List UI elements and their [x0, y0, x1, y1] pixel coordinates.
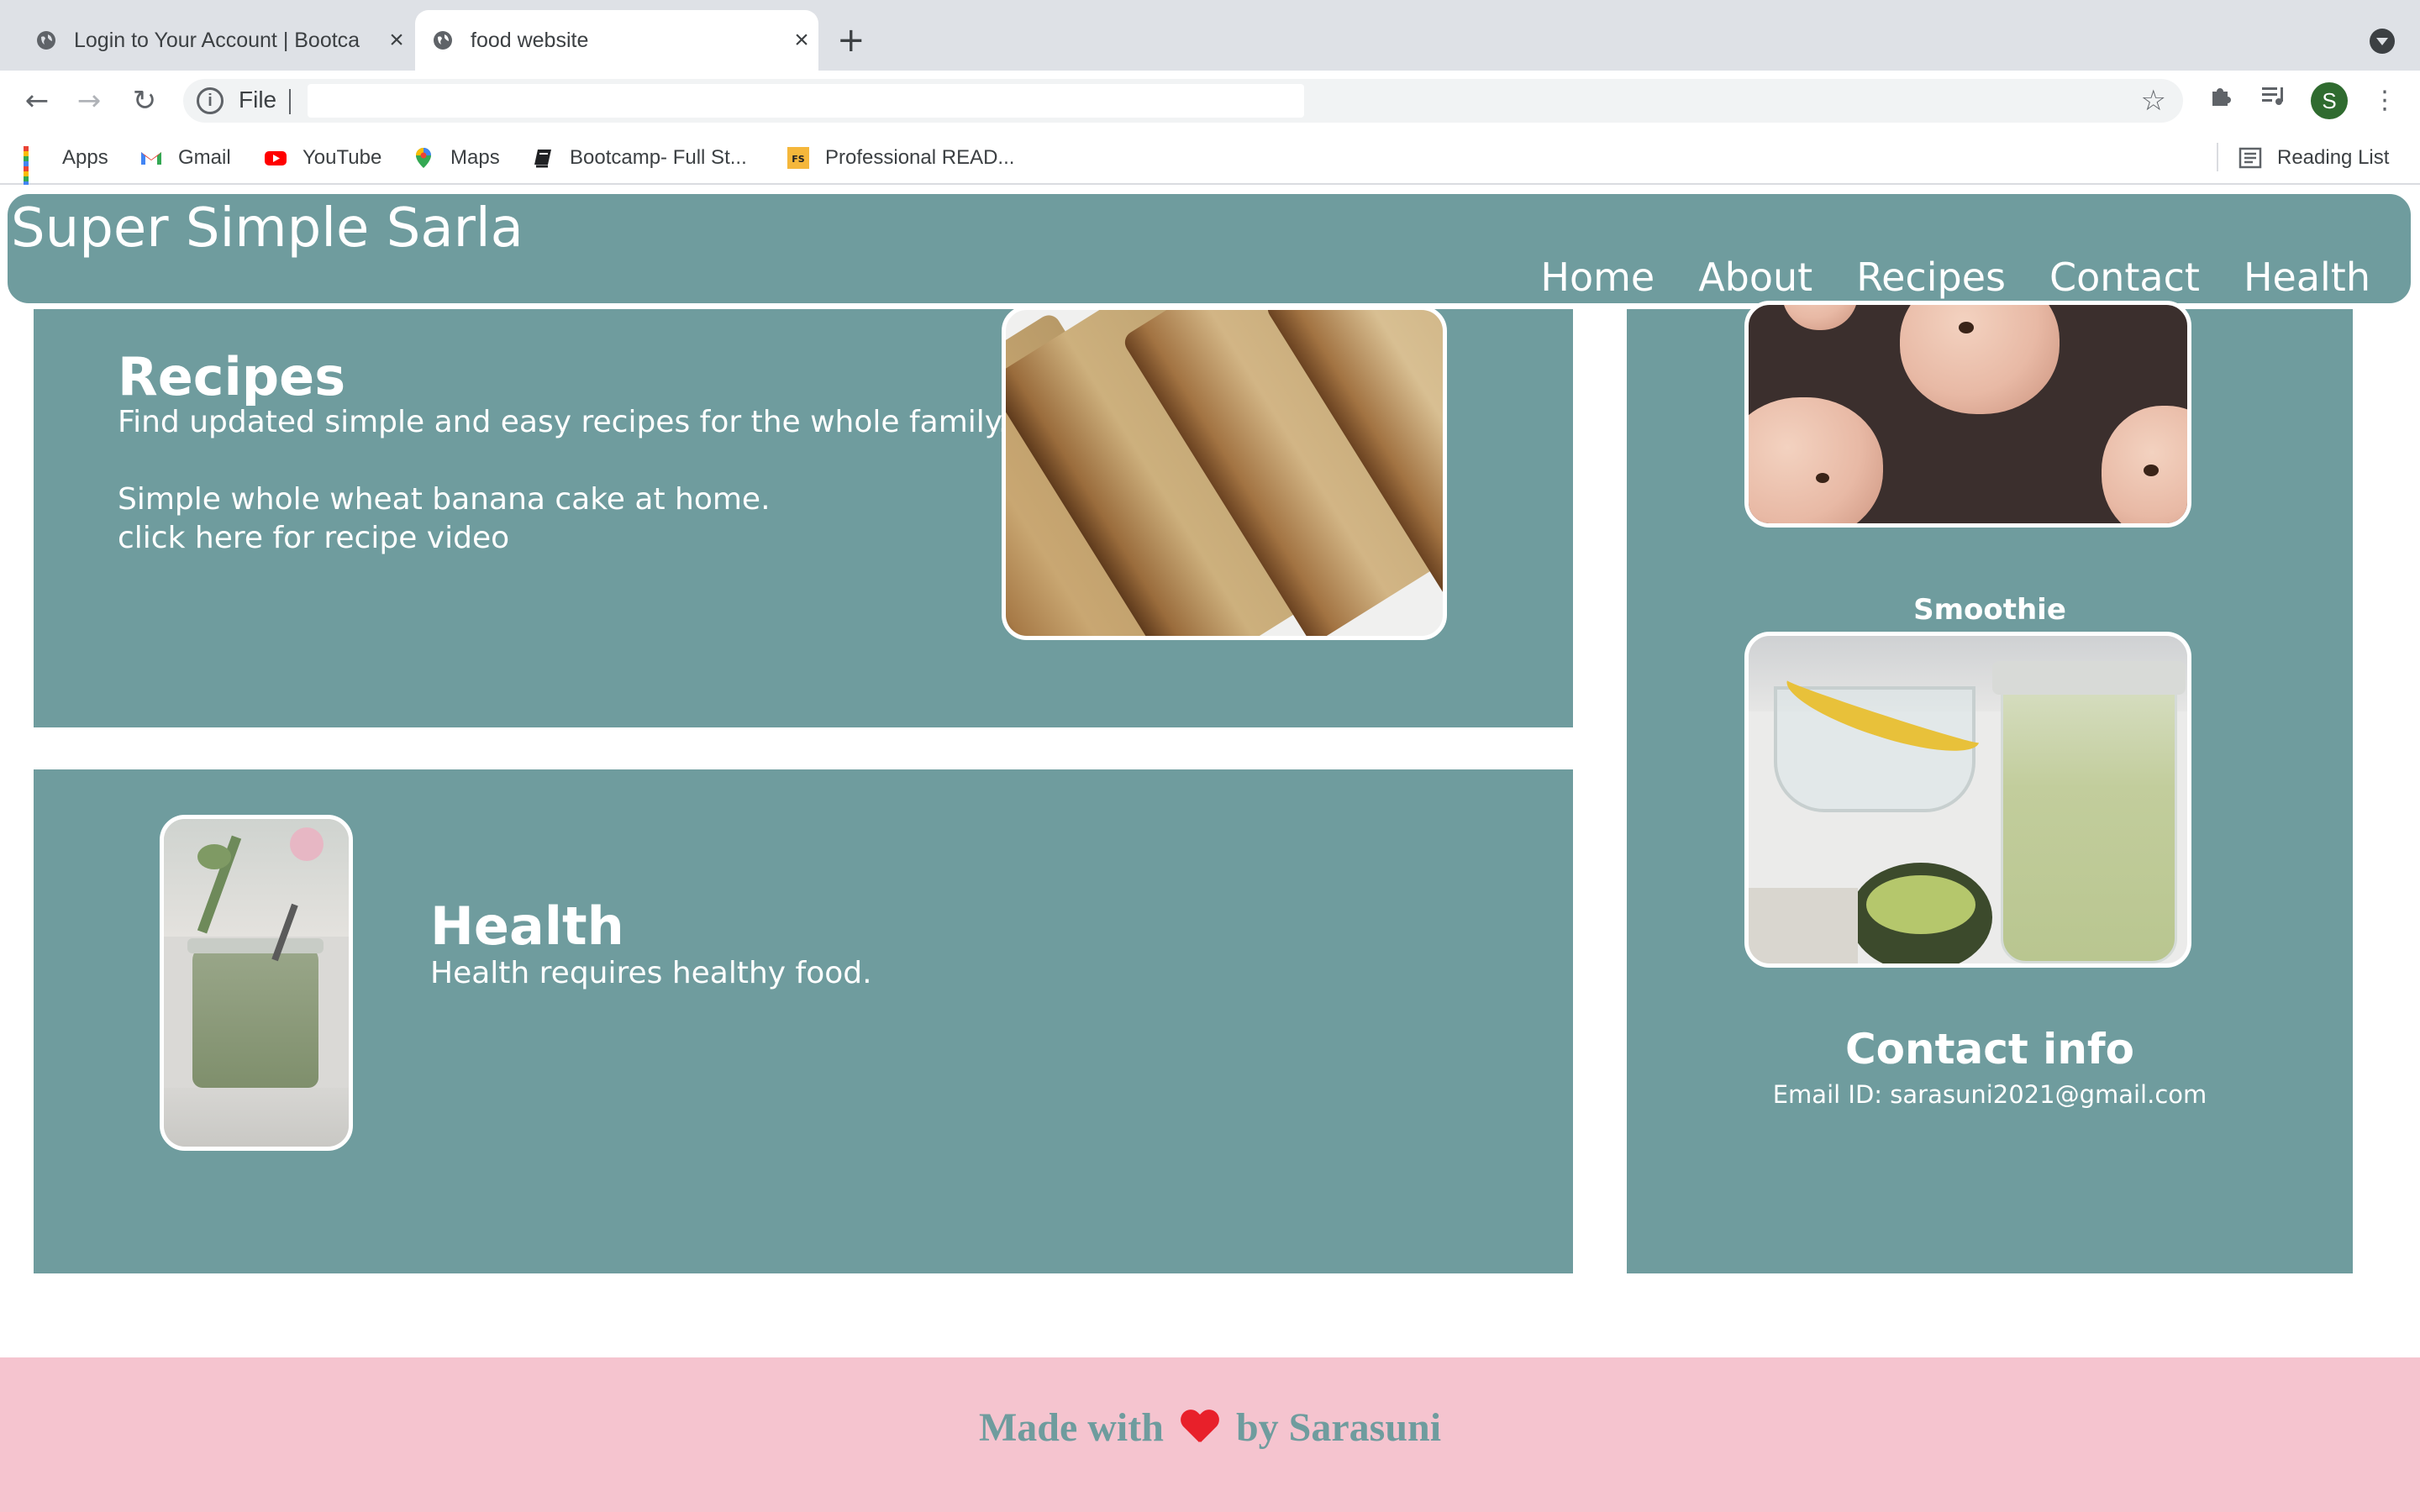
- bookmark-label: YouTube: [302, 146, 382, 169]
- health-section: Health Health requires healthy food.: [34, 769, 1573, 1273]
- bookmark-professional-readme[interactable]: FS Professional READ...: [786, 141, 1014, 175]
- nav-about[interactable]: About: [1698, 255, 1812, 300]
- bookmark-label: Maps: [450, 146, 500, 169]
- back-arrow-icon[interactable]: ←: [18, 82, 55, 119]
- youtube-icon: [265, 151, 287, 165]
- reading-list-button[interactable]: Reading List: [2238, 141, 2389, 175]
- fs-icon: FS: [787, 147, 809, 169]
- globe-icon: [434, 31, 452, 50]
- recipes-heading: Recipes: [118, 346, 346, 407]
- site-header: Super Simple Sarla Home About Recipes Co…: [5, 192, 2413, 306]
- sidebar: Smoothie Contact info Email ID: sarasuni…: [1627, 301, 2353, 1273]
- footer-author: by Sarasuni: [1235, 1405, 1442, 1450]
- profile-avatar[interactable]: S: [2311, 82, 2348, 119]
- bookmarks-divider: [2217, 143, 2218, 171]
- extensions-puzzle-icon[interactable]: [2202, 82, 2238, 119]
- tab-search-icon[interactable]: [2370, 29, 2395, 54]
- forward-arrow-icon[interactable]: →: [71, 82, 108, 119]
- contact-heading: Contact info: [1844, 1025, 2135, 1074]
- nav-recipes[interactable]: Recipes: [1856, 255, 2006, 300]
- info-icon[interactable]: i: [197, 87, 224, 114]
- health-heading: Health: [430, 895, 624, 957]
- recipes-section: Recipes Find updated simple and easy rec…: [34, 306, 1573, 727]
- close-tab-icon[interactable]: ×: [785, 26, 818, 55]
- bookmark-star-icon[interactable]: ☆: [2141, 84, 2166, 118]
- reading-list-label: Reading List: [2277, 146, 2390, 169]
- tab-title: food website: [471, 28, 589, 52]
- bookmark-maps[interactable]: Maps: [412, 141, 500, 175]
- globe-icon: [37, 31, 55, 50]
- smoothie-image: [1744, 632, 2191, 968]
- tab-login[interactable]: Login to Your Account | Bootca ×: [18, 10, 413, 71]
- menu-kebab-icon[interactable]: ⋮: [2366, 82, 2403, 119]
- maps-pin-icon: [416, 148, 431, 168]
- close-tab-icon[interactable]: ×: [380, 26, 413, 55]
- site-nav: Home About Recipes Contact Health: [1540, 255, 2370, 300]
- recipes-description: Find updated simple and easy recipes for…: [118, 405, 1008, 439]
- new-tab-button[interactable]: +: [837, 22, 865, 59]
- bookmark-gmail[interactable]: Gmail: [139, 141, 231, 175]
- tab-strip: Login to Your Account | Bootca × food we…: [0, 0, 2420, 71]
- bookmark-label: Apps: [62, 146, 108, 169]
- bookmark-label: Bootcamp- Full St...: [570, 146, 747, 169]
- smoothie-label: Smoothie: [1913, 593, 2066, 627]
- bookmark-label: Professional READ...: [825, 146, 1015, 169]
- tab-title: Login to Your Account | Bootca: [74, 28, 360, 52]
- heart-icon: [1181, 1410, 1219, 1444]
- green-smoothie-jar-image: [160, 815, 353, 1151]
- health-text: Health requires healthy food.: [430, 956, 872, 990]
- contact-email: Email ID: sarasuni2021@gmail.com: [1772, 1080, 2207, 1109]
- tab-food-website[interactable]: food website ×: [415, 10, 818, 71]
- browser-toolbar: ← → ↻ i File ☆ S ⋮: [0, 71, 2420, 131]
- page-viewport: Super Simple Sarla Home About Recipes Co…: [0, 185, 2420, 1512]
- apps-grid-icon: [24, 146, 47, 192]
- address-separator: [289, 89, 291, 114]
- svg-text:FS: FS: [792, 154, 805, 165]
- nav-home[interactable]: Home: [1540, 255, 1655, 300]
- bookmark-youtube[interactable]: YouTube: [264, 141, 381, 175]
- site-title: Super Simple Sarla: [11, 197, 523, 260]
- address-bar[interactable]: i File ☆: [183, 79, 2183, 123]
- banana-bread-image: [1002, 306, 1447, 640]
- gmail-icon: [141, 152, 161, 165]
- footer-credit: Made with by Sarasuni: [0, 1404, 2420, 1451]
- bookmark-label: Gmail: [178, 146, 231, 169]
- footer-made-with: Made with: [978, 1405, 1164, 1450]
- nav-contact[interactable]: Contact: [2049, 255, 2200, 300]
- reload-icon[interactable]: ↻: [126, 82, 163, 119]
- media-control-icon[interactable]: [2255, 82, 2292, 119]
- cookies-image: [1744, 301, 2191, 528]
- book-icon: [534, 150, 551, 168]
- nav-health[interactable]: Health: [2244, 255, 2370, 300]
- recipe-video-link[interactable]: click here for recipe video: [118, 521, 509, 555]
- url-field[interactable]: [308, 84, 1304, 118]
- bookmark-bootcamp[interactable]: Bootcamp- Full St...: [531, 141, 747, 175]
- bookmarks-bar: Apps Gmail YouTube Maps Bootcamp- Full S…: [0, 131, 2420, 192]
- reading-list-icon: [2238, 147, 2262, 169]
- site-footer: Made with by Sarasuni: [0, 1357, 2420, 1512]
- url-scheme: File: [239, 87, 277, 113]
- bookmark-apps[interactable]: Apps: [24, 141, 108, 192]
- banana-cake-text: Simple whole wheat banana cake at home.: [118, 482, 771, 517]
